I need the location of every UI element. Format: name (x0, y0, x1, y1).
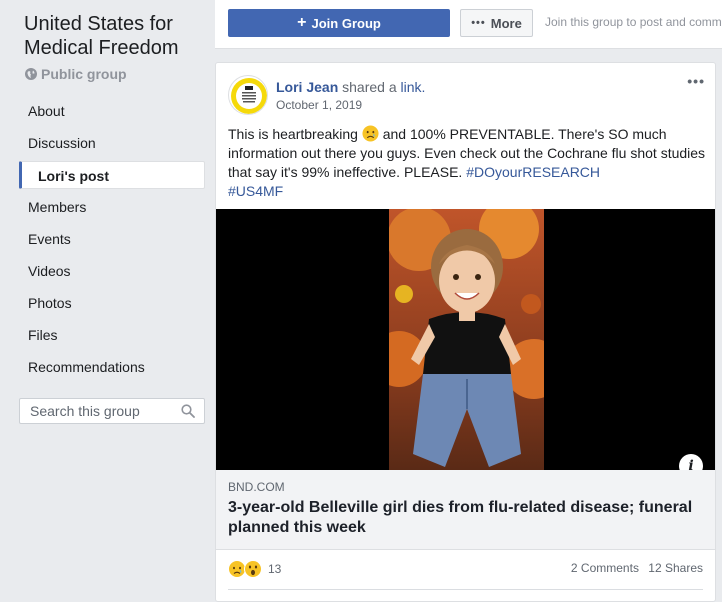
post-text-part-1: This is heartbreaking (228, 126, 358, 142)
child-photo (389, 209, 544, 470)
post-stats: 2 Comments 12 Shares (565, 561, 703, 575)
post-divider (228, 589, 703, 590)
sidebar-item-loris-post[interactable]: Lori's post (19, 161, 205, 189)
reaction-summary[interactable]: 13 (228, 560, 281, 578)
hashtag-us4mf[interactable]: #US4MF (228, 183, 283, 199)
link-preview-image[interactable]: i (216, 209, 715, 470)
wow-reaction-icon (244, 560, 262, 578)
link-preview[interactable]: BND.COM 3-year-old Belleville girl dies … (216, 470, 715, 550)
post-card: Lori Jean shared a link. October 1, 2019… (215, 62, 716, 602)
search-icon[interactable] (181, 404, 195, 418)
more-button[interactable]: ••• More (460, 9, 533, 37)
plus-icon: + (297, 14, 307, 31)
hashtag-doyourresearch[interactable]: #DOyourRESEARCH (466, 164, 600, 180)
post-body: This is heartbreaking and 100% PREVENTAB… (228, 125, 706, 201)
join-hint: Join this group to post and comment. (545, 15, 722, 29)
group-search-input[interactable] (28, 402, 182, 420)
group-sidebar: United States for Medical Freedom Public… (0, 0, 215, 594)
post-options-icon[interactable]: ••• (687, 73, 705, 89)
group-privacy: Public group (25, 66, 127, 82)
more-label: More (490, 15, 522, 31)
group-privacy-label: Public group (41, 66, 127, 82)
group-search-box (19, 398, 205, 424)
sidebar-item-events[interactable]: Events (19, 225, 205, 253)
crying-face-icon (362, 125, 379, 142)
comments-count[interactable]: 2 Comments (571, 561, 639, 575)
post-timestamp[interactable]: October 1, 2019 (276, 98, 362, 112)
author-avatar[interactable] (228, 75, 268, 115)
group-action-bar: + Join Group ••• More Join this group to… (215, 0, 722, 49)
reaction-count: 13 (268, 562, 282, 576)
sidebar-item-files[interactable]: Files (19, 321, 205, 349)
group-nav: About Discussion Lori's post Members Eve… (19, 97, 205, 385)
post-author-name[interactable]: Lori Jean (276, 79, 338, 95)
link-title[interactable]: 3-year-old Belleville girl dies from flu… (228, 498, 698, 538)
link-domain: BND.COM (228, 480, 285, 494)
shares-count[interactable]: 12 Shares (648, 561, 703, 575)
sidebar-item-photos[interactable]: Photos (19, 289, 205, 317)
globe-icon (25, 68, 37, 80)
sidebar-item-recommendations[interactable]: Recommendations (19, 353, 205, 381)
sidebar-item-about[interactable]: About (19, 97, 205, 125)
avatar-logo-icon (231, 78, 267, 114)
post-author-line: Lori Jean shared a link. (276, 79, 425, 95)
post-link-word[interactable]: link. (401, 79, 426, 95)
info-icon[interactable]: i (679, 454, 703, 470)
group-title[interactable]: United States for Medical Freedom (24, 12, 210, 60)
join-group-button[interactable]: + Join Group (228, 9, 450, 37)
sidebar-item-members[interactable]: Members (19, 193, 205, 221)
post-action-text: shared a (342, 79, 397, 95)
more-dots-icon: ••• (471, 17, 486, 29)
sidebar-item-discussion[interactable]: Discussion (19, 129, 205, 157)
sidebar-item-videos[interactable]: Videos (19, 257, 205, 285)
join-group-label: Join Group (311, 15, 381, 31)
